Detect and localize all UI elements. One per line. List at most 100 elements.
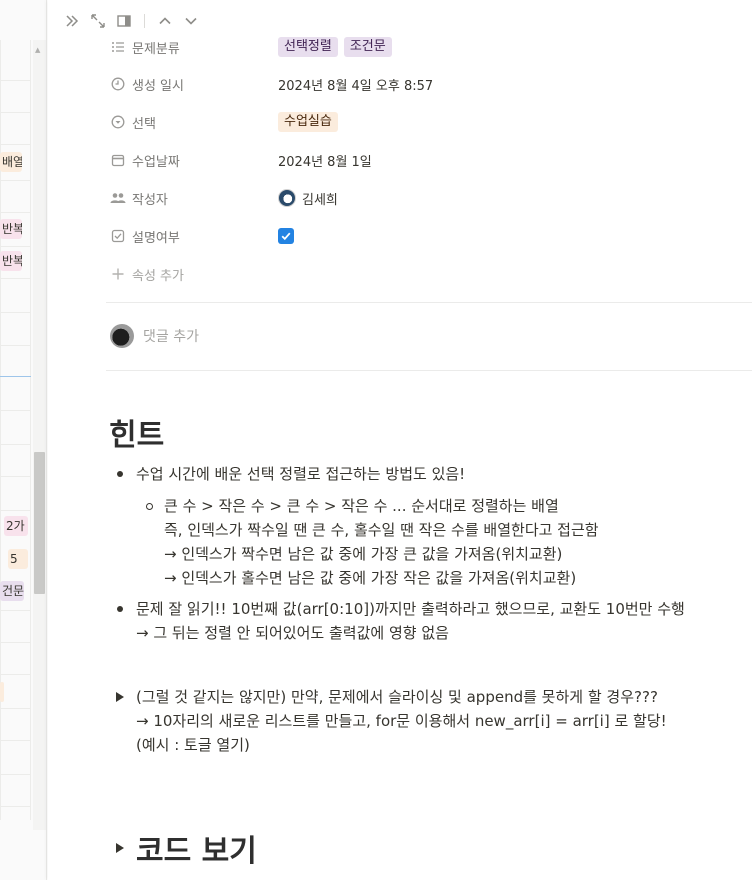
table-selection-line bbox=[0, 376, 31, 377]
bullet-dot bbox=[117, 471, 123, 477]
property-name[interactable]: 선택 bbox=[110, 113, 278, 132]
scroll-up-arrow-icon[interactable]: ▲ bbox=[35, 46, 40, 54]
property-label: 문제분류 bbox=[132, 41, 180, 57]
table-grid-line bbox=[0, 444, 31, 445]
date-value[interactable]: 2024년 8월 1일 bbox=[278, 151, 372, 170]
property-row-created-time[interactable]: 생성 일시 2024년 8월 4일 오후 8:57 bbox=[110, 71, 730, 97]
bullet-text: 수업 시간에 배운 선택 정렬로 접근하는 방법도 있음! bbox=[136, 465, 466, 483]
created-time-value: 2024년 8월 4일 오후 8:57 bbox=[278, 78, 434, 94]
divider bbox=[106, 370, 752, 371]
table-grid-line bbox=[0, 112, 31, 113]
sub-bullet-text: → 인덱스가 짝수면 남은 값 중에 가장 큰 값을 가져옴(위치교환) bbox=[164, 545, 563, 563]
add-property-label: 속성 추가 bbox=[132, 268, 184, 284]
author-name[interactable]: 김세희 bbox=[302, 189, 338, 208]
toggle-text: (예시 : 토글 열기) bbox=[136, 736, 250, 754]
bullet-text: → 그 뒤는 정렬 안 되어있어도 출력값에 영향 없음 bbox=[136, 624, 449, 642]
property-name[interactable]: 작성자 bbox=[110, 189, 278, 208]
table-grid-line bbox=[0, 246, 31, 247]
property-label: 수업날짜 bbox=[132, 154, 180, 170]
comment-input[interactable]: 댓글 추가 bbox=[143, 326, 199, 346]
property-name[interactable]: 문제분류 bbox=[110, 38, 278, 57]
tag-chip[interactable]: 조건문 bbox=[343, 37, 392, 57]
property-row-author[interactable]: 작성자 김세희 bbox=[110, 185, 730, 211]
table-grid-line bbox=[0, 345, 31, 346]
side-peek-panel: 문제분류 선택정렬 조건문 생성 일시 2024년 8월 4일 오후 8:57 … bbox=[48, 0, 752, 880]
property-row-category[interactable]: 문제분류 선택정렬 조건문 bbox=[110, 34, 730, 60]
property-label: 생성 일시 bbox=[132, 78, 184, 94]
property-label: 작성자 bbox=[132, 192, 168, 208]
table-tag[interactable]: 건문 bbox=[0, 581, 24, 601]
clock-icon bbox=[110, 76, 126, 92]
tag-chip[interactable]: 선택정렬 bbox=[278, 37, 338, 57]
property-value: 2024년 8월 4일 오후 8:57 bbox=[278, 75, 433, 94]
table-tag[interactable]: 반복 bbox=[0, 251, 22, 271]
table-grid-line bbox=[0, 806, 31, 807]
add-property-button[interactable]: 속성 추가 bbox=[110, 261, 730, 287]
property-value[interactable]: 김세희 bbox=[278, 189, 338, 208]
table-grid-line bbox=[0, 774, 31, 775]
toggle-arrow-icon[interactable] bbox=[116, 843, 124, 853]
sub-bullet-text: 즉, 인덱스가 짝수일 땐 큰 수, 홀수일 땐 작은 수를 배열한다고 접근함 bbox=[164, 521, 599, 539]
list-icon bbox=[110, 39, 126, 55]
chevron-down-icon[interactable] bbox=[181, 11, 201, 31]
table-grid-line bbox=[0, 740, 31, 741]
table-grid-line bbox=[0, 144, 31, 145]
chevron-up-icon[interactable] bbox=[155, 11, 175, 31]
plus-icon bbox=[110, 266, 126, 282]
scrollbar-thumb[interactable] bbox=[34, 452, 45, 594]
property-name[interactable]: 생성 일시 bbox=[110, 75, 278, 94]
table-grid-line bbox=[0, 708, 31, 709]
property-name[interactable]: 설명여부 bbox=[110, 227, 278, 246]
property-row-select[interactable]: 선택 수업실습 bbox=[110, 109, 730, 135]
table-tag[interactable]: 5 bbox=[8, 549, 28, 569]
table-grid-line bbox=[0, 510, 31, 511]
table-grid-line bbox=[0, 410, 31, 411]
table-grid-line bbox=[0, 212, 31, 213]
table-tag[interactable]: 2가 bbox=[4, 516, 28, 536]
calendar-icon bbox=[110, 152, 126, 168]
toggle-text: (그럴 것 같지는 않지만) 만약, 문제에서 슬라이싱 및 append를 못… bbox=[136, 688, 658, 706]
toggle-text: → 10자리의 새로운 리스트를 만들고, for문 이용해서 new_arr[… bbox=[136, 712, 667, 730]
checked-checkbox[interactable] bbox=[278, 228, 294, 244]
table-grid-line bbox=[0, 642, 31, 643]
scrollbar-track[interactable] bbox=[33, 40, 46, 830]
side-panel-icon[interactable] bbox=[114, 11, 134, 31]
user-avatar bbox=[110, 324, 134, 348]
background-table: 배열 반복 반복 2가 5 건문 ▲ bbox=[0, 0, 47, 880]
table-grid-line bbox=[0, 476, 31, 477]
table-tag[interactable] bbox=[0, 682, 4, 702]
table-grid-line bbox=[0, 278, 31, 279]
table-grid-line bbox=[0, 80, 31, 81]
property-row-class-date[interactable]: 수업날짜 2024년 8월 1일 bbox=[110, 147, 730, 173]
property-value[interactable]: 수업실습 bbox=[278, 112, 338, 132]
peek-toolbar bbox=[62, 10, 201, 32]
table-grid-line bbox=[0, 674, 31, 675]
property-value[interactable]: 2024년 8월 1일 bbox=[278, 151, 372, 170]
toggle-arrow-icon[interactable] bbox=[116, 692, 124, 702]
table-grid-line bbox=[30, 40, 31, 820]
toolbar-divider bbox=[144, 14, 145, 28]
toggle-heading[interactable]: 코드 보기 bbox=[136, 826, 257, 870]
sub-bullet-text: → 인덱스가 홀수면 남은 값 중에 가장 작은 값을 가져옴(위치교환) bbox=[164, 569, 577, 587]
sub-bullet-text: 큰 수 > 작은 수 > 큰 수 > 작은 수 ... 순서대로 정렬하는 배열 bbox=[164, 497, 559, 515]
checkbox-icon bbox=[110, 228, 126, 244]
bullet-text: 문제 잘 읽기!! 10번째 값(arr[0:10])까지만 출력하라고 했으므… bbox=[136, 600, 685, 618]
property-value[interactable] bbox=[278, 228, 294, 244]
property-value[interactable]: 선택정렬 조건문 bbox=[278, 37, 392, 57]
select-icon bbox=[110, 114, 126, 130]
property-row-explained[interactable]: 설명여부 bbox=[110, 223, 730, 249]
property-name[interactable]: 수업날짜 bbox=[110, 151, 278, 170]
property-label: 설명여부 bbox=[132, 230, 180, 246]
user-avatar bbox=[278, 189, 296, 207]
table-grid-line bbox=[0, 312, 31, 313]
table-grid-line bbox=[0, 610, 31, 611]
sub-bullet-circle bbox=[146, 503, 153, 510]
expand-icon[interactable] bbox=[88, 11, 108, 31]
tag-chip[interactable]: 수업실습 bbox=[278, 112, 338, 132]
table-tag[interactable]: 반복 bbox=[0, 219, 22, 239]
table-tag[interactable]: 배열 bbox=[0, 152, 22, 172]
double-chevron-right-icon[interactable] bbox=[62, 11, 82, 31]
bullet-dot bbox=[117, 606, 123, 612]
comment-input-row[interactable]: 댓글 추가 bbox=[110, 323, 199, 349]
add-property[interactable]: 속성 추가 bbox=[110, 265, 278, 284]
